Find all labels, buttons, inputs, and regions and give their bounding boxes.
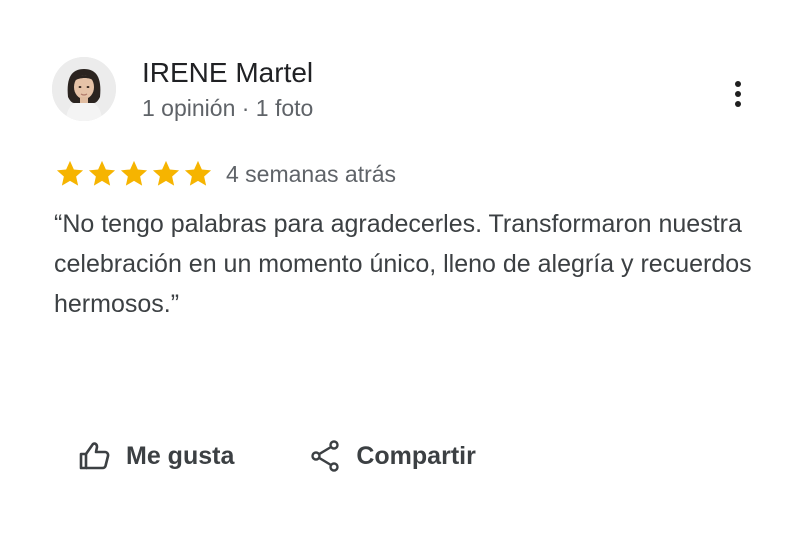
like-button[interactable]: Me gusta — [78, 441, 234, 471]
share-icon — [310, 440, 340, 472]
review-date: 4 semanas atrás — [226, 160, 397, 187]
star-icon — [88, 160, 116, 186]
user-photo-avatar — [52, 57, 116, 121]
author-info: IRENE Martel 1 opinión · 1 foto — [142, 56, 313, 122]
more-vert-icon — [735, 81, 741, 107]
avatar[interactable] — [52, 57, 116, 121]
review-header: IRENE Martel 1 opinión · 1 foto — [52, 56, 313, 122]
more-options-button[interactable] — [716, 72, 760, 116]
review-card: IRENE Martel 1 opinión · 1 foto 4 semana… — [0, 0, 800, 560]
share-button[interactable]: Compartir — [310, 440, 476, 472]
star-icon — [184, 160, 212, 186]
star-icon — [152, 160, 180, 186]
like-label: Me gusta — [126, 441, 235, 470]
share-label: Compartir — [356, 441, 476, 470]
rating-row: 4 semanas atrás — [54, 158, 396, 190]
thumbs-up-icon — [78, 441, 110, 471]
review-text: “No tengo palabras para agradecerles. Tr… — [54, 210, 752, 318]
author-meta: 1 opinión · 1 foto — [142, 95, 314, 121]
author-name[interactable]: IRENE Martel — [142, 56, 313, 90]
star-icon — [56, 160, 84, 186]
star-icon — [120, 160, 148, 186]
review-actions: Me gusta Compartir — [78, 440, 476, 472]
star-rating — [54, 158, 214, 190]
